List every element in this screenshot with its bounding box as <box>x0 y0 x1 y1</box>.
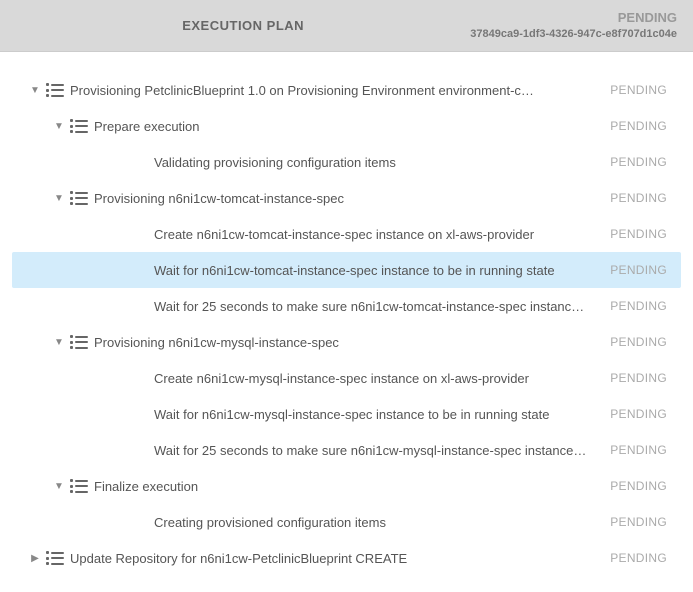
tree-row[interactable]: Provisioning n6ni1cw-mysql-instance-spec… <box>12 324 681 360</box>
tree-row-label: Provisioning n6ni1cw-tomcat-instance-spe… <box>94 191 354 206</box>
status-badge: PENDING <box>610 335 673 349</box>
list-icon <box>70 191 88 205</box>
status-badge: PENDING <box>610 263 673 277</box>
tree-row-label: Provisioning n6ni1cw-mysql-instance-spec <box>94 335 349 350</box>
chevron-down-icon[interactable] <box>52 121 66 132</box>
tree-row-main: Provisioning n6ni1cw-tomcat-instance-spe… <box>12 191 610 206</box>
tree-row[interactable]: Provisioning n6ni1cw-tomcat-instance-spe… <box>12 180 681 216</box>
execution-plan-header: EXECUTION PLAN PENDING 37849ca9-1df3-432… <box>0 0 693 52</box>
tree-row-main: Provisioning PetclinicBlueprint 1.0 on P… <box>12 83 610 98</box>
tree-row-label: Create n6ni1cw-mysql-instance-spec insta… <box>154 371 539 386</box>
tree-row[interactable]: Creating provisioned configuration items… <box>12 504 681 540</box>
tree-row-main: Wait for n6ni1cw-tomcat-instance-spec in… <box>12 263 610 278</box>
list-icon <box>70 119 88 133</box>
status-badge: PENDING <box>610 155 673 169</box>
tree-row[interactable]: Provisioning PetclinicBlueprint 1.0 on P… <box>12 72 681 108</box>
chevron-down-icon[interactable] <box>28 85 42 96</box>
status-badge: PENDING <box>610 191 673 205</box>
tree-row[interactable]: Wait for n6ni1cw-mysql-instance-spec ins… <box>12 396 681 432</box>
tree-row[interactable]: Create n6ni1cw-mysql-instance-spec insta… <box>12 360 681 396</box>
tree-row-label: Wait for 25 seconds to make sure n6ni1cw… <box>154 443 596 458</box>
status-badge: PENDING <box>610 443 673 457</box>
tree-row[interactable]: Validating provisioning configuration it… <box>12 144 681 180</box>
header-status: PENDING <box>470 10 677 27</box>
list-icon <box>70 335 88 349</box>
tree-row-main: Create n6ni1cw-tomcat-instance-spec inst… <box>12 227 610 242</box>
tree-row-main: Validating provisioning configuration it… <box>12 155 610 170</box>
status-badge: PENDING <box>610 371 673 385</box>
tree-row-label: Wait for n6ni1cw-tomcat-instance-spec in… <box>154 263 565 278</box>
status-badge: PENDING <box>610 551 673 565</box>
tree-row[interactable]: Wait for n6ni1cw-tomcat-instance-spec in… <box>12 252 681 288</box>
tree-row-label: Provisioning PetclinicBlueprint 1.0 on P… <box>70 83 544 98</box>
tree-row-main: Create n6ni1cw-mysql-instance-spec insta… <box>12 371 610 386</box>
tree-row-label: Creating provisioned configuration items <box>154 515 396 530</box>
tree-row-main: Wait for 25 seconds to make sure n6ni1cw… <box>12 443 610 458</box>
list-icon <box>46 83 64 97</box>
status-badge: PENDING <box>610 515 673 529</box>
tree-row[interactable]: Finalize execution PENDING <box>12 468 681 504</box>
status-badge: PENDING <box>610 299 673 313</box>
header-meta: PENDING 37849ca9-1df3-4326-947c-e8f707d1… <box>470 10 677 41</box>
tree-row-main: Provisioning n6ni1cw-mysql-instance-spec <box>12 335 610 350</box>
status-badge: PENDING <box>610 227 673 241</box>
status-badge: PENDING <box>610 407 673 421</box>
tree-row-main: Wait for 25 seconds to make sure n6ni1cw… <box>12 299 610 314</box>
tree-row-main: Finalize execution <box>12 479 610 494</box>
tree-row-main: Wait for n6ni1cw-mysql-instance-spec ins… <box>12 407 610 422</box>
tree-row[interactable]: Prepare execution PENDING <box>12 108 681 144</box>
list-icon <box>46 551 64 565</box>
tree-row-label: Create n6ni1cw-tomcat-instance-spec inst… <box>154 227 544 242</box>
tree-row-label: Wait for 25 seconds to make sure n6ni1cw… <box>154 299 594 314</box>
tree-row-main: Update Repository for n6ni1cw-PetclinicB… <box>12 551 610 566</box>
status-badge: PENDING <box>610 479 673 493</box>
status-badge: PENDING <box>610 83 673 97</box>
tree-row-main: Prepare execution <box>12 119 610 134</box>
chevron-down-icon[interactable] <box>52 337 66 348</box>
tree-row-label: Finalize execution <box>94 479 208 494</box>
header-uuid: 37849ca9-1df3-4326-947c-e8f707d1c04e <box>470 27 677 41</box>
tree-row[interactable]: Create n6ni1cw-tomcat-instance-spec inst… <box>12 216 681 252</box>
status-badge: PENDING <box>610 119 673 133</box>
tree-row-label: Validating provisioning configuration it… <box>154 155 406 170</box>
tree-row[interactable]: Wait for 25 seconds to make sure n6ni1cw… <box>12 432 681 468</box>
chevron-right-icon[interactable] <box>28 553 42 564</box>
chevron-down-icon[interactable] <box>52 481 66 492</box>
tree-row[interactable]: Update Repository for n6ni1cw-PetclinicB… <box>12 540 681 576</box>
header-title: EXECUTION PLAN <box>16 18 470 33</box>
tree-row-label: Update Repository for n6ni1cw-PetclinicB… <box>70 551 417 566</box>
tree-row-label: Prepare execution <box>94 119 210 134</box>
tree-row[interactable]: Wait for 25 seconds to make sure n6ni1cw… <box>12 288 681 324</box>
list-icon <box>70 479 88 493</box>
tree-row-label: Wait for n6ni1cw-mysql-instance-spec ins… <box>154 407 559 422</box>
execution-tree: Provisioning PetclinicBlueprint 1.0 on P… <box>0 52 693 590</box>
chevron-down-icon[interactable] <box>52 193 66 204</box>
tree-row-main: Creating provisioned configuration items <box>12 515 610 530</box>
